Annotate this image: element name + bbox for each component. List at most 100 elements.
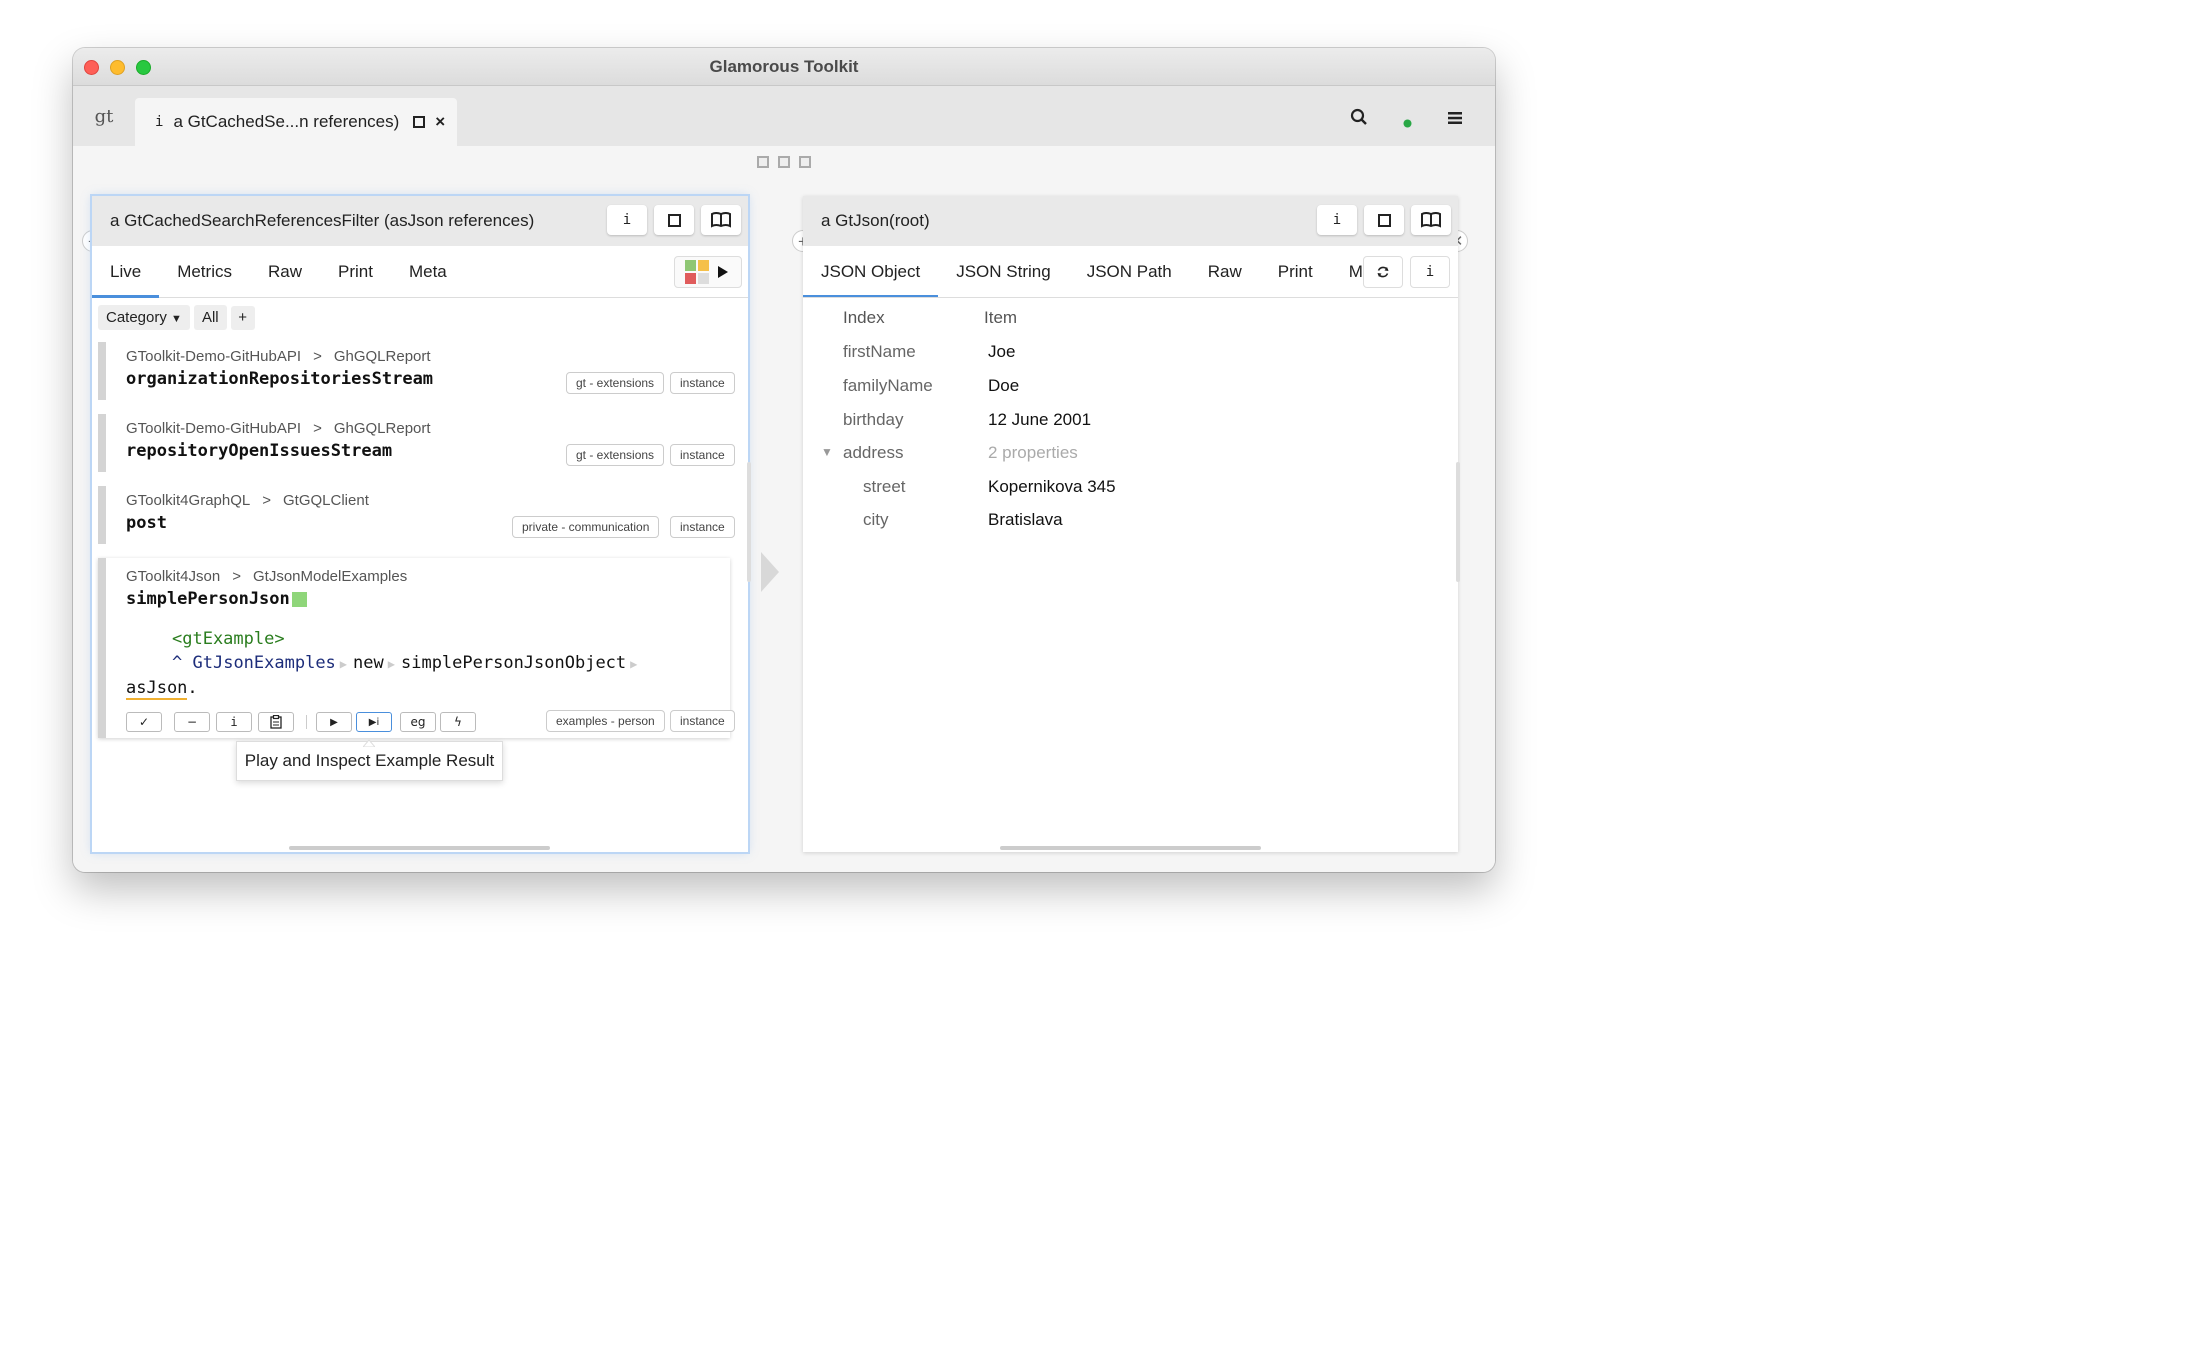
close-tab-icon[interactable]: × [435,112,445,132]
json-value-summary[interactable]: 2 properties [988,443,1078,463]
chevron-down-icon: ▼ [171,313,182,325]
json-value[interactable]: Joe [988,342,1015,362]
tag-badge[interactable]: instance [670,710,735,732]
list-item[interactable]: GToolkit-Demo-GitHubAPI > GhGQLReport repo… [98,414,735,472]
tab-meta[interactable]: Meta [391,246,465,297]
book-icon [1421,212,1441,228]
tag-badge[interactable]: instance [670,516,735,538]
run-toolbar-button[interactable] [674,256,742,288]
tooltip: Play and Inspect Example Result [236,741,503,781]
column-header-item: Item [984,308,1018,327]
book-icon [711,212,731,228]
play-inspect-button[interactable]: ▶i [356,712,392,732]
expand-toggle-icon[interactable]: ▼ [821,445,833,459]
json-key[interactable]: city [863,510,889,530]
book-button[interactable] [701,205,741,235]
tab-print[interactable]: Print [320,246,391,297]
check-button[interactable]: ✓ [126,712,162,732]
json-value[interactable]: Kopernikova 345 [988,477,1116,497]
list-item[interactable]: GToolkit-Demo-GitHubAPI > GhGQLReport orga… [98,342,735,400]
item-breadcrumb: GToolkit-Demo-GitHubAPI > GhGQLReport [126,348,431,365]
tab-json-path[interactable]: JSON Path [1069,246,1190,297]
list-item[interactable]: GToolkit4GraphQL > GtGQLClient post privat… [98,486,735,544]
right-pane: a GtJson(root) i JSON Object JSON String… [803,196,1460,852]
inspect-button[interactable]: i [607,205,647,235]
color-grid-icon [685,260,709,284]
home-tab[interactable]: gt [73,86,135,146]
tab-bar: gt i a GtCachedSe...n references) × [73,86,1495,146]
json-key[interactable]: street [863,477,906,497]
play-icon [718,266,728,278]
search-icon[interactable] [1350,108,1368,131]
divider [306,715,307,729]
maximize-button[interactable] [1364,205,1404,235]
book-button[interactable] [1411,205,1451,235]
tab-json-string[interactable]: JSON String [938,246,1068,297]
tab-print[interactable]: Print [1260,246,1331,297]
add-filter-button[interactable]: + [230,305,255,330]
horizontal-scrollbar[interactable] [1000,846,1261,850]
example-action-bar: ✓ − i ▶ ▶i eg ϟ examples - person instan… [126,710,735,734]
maximize-button[interactable] [654,205,694,235]
minus-button[interactable]: − [174,712,210,732]
class-reference[interactable]: GtJsonExamples [193,653,336,673]
clipboard-icon [270,715,282,729]
tag-badge[interactable]: gt - extensions [566,372,665,394]
app-window: Glamorous Toolkit gt i a GtCachedSe...n … [73,48,1495,872]
tab-meta[interactable]: Me [1331,246,1367,297]
tag-badge[interactable]: examples - person [546,710,665,732]
tab-json-object[interactable]: JSON Object [803,246,939,297]
maximize-icon [667,213,681,227]
item-breadcrumb: GToolkit4Json > GtJsonModelExamples [126,568,408,585]
refresh-icon [1377,266,1389,278]
json-key[interactable]: familyName [843,376,933,396]
json-key[interactable]: address [843,443,903,463]
method-source[interactable]: <gtExample> ^ GtJsonExamples ▶ new ▶ simpleP… [126,627,730,676]
filter-all[interactable]: All [193,305,227,330]
expanded-example-item[interactable]: GToolkit4Json > GtJsonModelExamples simple… [98,558,735,738]
json-value[interactable]: 12 June 2001 [988,410,1091,430]
tab-inspector[interactable]: i a GtCachedSe...n references) × [135,98,457,146]
category-dropdown[interactable]: Category ▼ [98,305,190,330]
item-breadcrumb: GToolkit-Demo-GitHubAPI > GhGQLReport [126,420,431,437]
tab-raw[interactable]: Raw [250,246,320,297]
clipboard-button[interactable] [258,712,294,732]
column-header-index: Index [843,308,885,327]
tag-badge[interactable]: instance [670,444,735,466]
vertical-scrollbar[interactable] [1456,462,1460,582]
method-source-continued[interactable]: asJson. [126,676,730,700]
json-value[interactable]: Doe [988,376,1019,396]
tab-raw[interactable]: Raw [1190,246,1260,297]
vertical-scrollbar[interactable] [747,462,751,582]
inspector-icon: i [155,114,164,130]
maximize-icon [1377,213,1391,227]
pane-pager[interactable] [757,156,811,168]
item-breadcrumb: GToolkit4GraphQL > GtGQLClient [126,492,369,509]
bolt-button[interactable]: ϟ [440,712,476,732]
inspect-button[interactable]: i [1317,205,1357,235]
json-key[interactable]: birthday [843,410,903,430]
pragma: <gtExample> [172,629,285,649]
info-button[interactable]: i [216,712,252,732]
tooltip-pointer [361,734,377,748]
workspace: + + ✕ a GtCachedSearchReferencesFilter (… [73,146,1495,872]
tab-metrics[interactable]: Metrics [159,246,250,297]
tag-badge[interactable]: instance [670,372,735,394]
tag-badge[interactable]: private - communication [512,516,660,538]
play-button[interactable]: ▶ [316,712,352,732]
left-pane: a GtCachedSearchReferencesFilter (asJson… [92,196,751,852]
json-value[interactable]: Bratislava [988,510,1063,530]
filter-bar: Category ▼ All + [92,298,748,337]
eg-button[interactable]: eg [400,712,436,732]
horizontal-scrollbar[interactable] [289,846,550,850]
title-bar: Glamorous Toolkit [73,48,1495,86]
left-pane-tabs: Live Metrics Raw Print Meta [92,246,748,298]
refresh-button[interactable] [1363,256,1403,288]
json-key[interactable]: firstName [843,342,916,362]
example-status-icon [291,591,307,607]
maximize-tab-icon[interactable] [413,116,426,128]
tab-live[interactable]: Live [92,246,160,298]
menu-icon[interactable] [1448,111,1462,130]
info-button[interactable]: i [1410,256,1450,288]
tag-badge[interactable]: gt - extensions [566,444,665,466]
